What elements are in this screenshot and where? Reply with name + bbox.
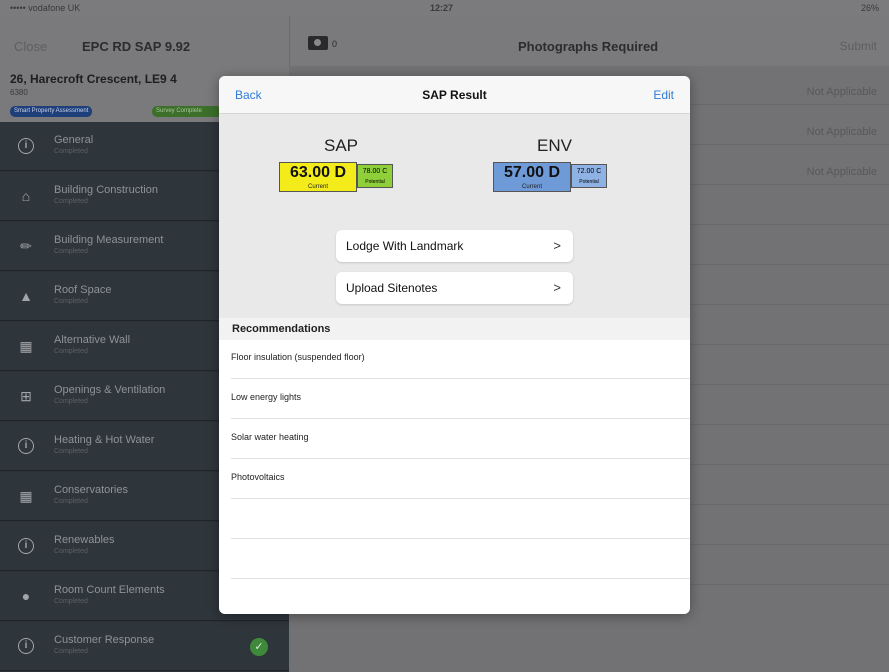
recommendation-row (231, 500, 690, 539)
status-bar: ••••• vodafone UK 12:27 26% (0, 0, 889, 16)
carrier-label: ••••• vodafone UK (10, 3, 81, 13)
sidebar-item-status: Completed (54, 248, 88, 255)
not-applicable-label: Not Applicable (806, 86, 877, 98)
recommendation-row: Solar water heating (231, 420, 690, 459)
sidebar-item-label: Customer Response (54, 634, 155, 646)
recommendation-text: Low energy lights (231, 392, 302, 402)
recommendation-text: Floor insulation (suspended floor) (231, 352, 365, 362)
info-icon: i (18, 438, 34, 454)
sidebar-item-label: Building Measurement (54, 234, 164, 246)
sidebar-item-label: Renewables (54, 534, 115, 546)
bulb-icon: ● (21, 588, 31, 604)
battery-label: 26% (860, 3, 879, 13)
modal-header: Back SAP Result Edit (219, 76, 690, 114)
close-button[interactable]: Close (14, 39, 47, 54)
sidebar-item-status: Completed (54, 648, 88, 655)
submit-button[interactable]: Submit (840, 39, 877, 53)
sidebar-item-status: Completed (54, 348, 88, 355)
not-applicable-label: Not Applicable (806, 166, 877, 178)
sap-potential-value: 78.00 C (362, 168, 388, 175)
sidebar-item-status: Completed (54, 148, 88, 155)
checkmark-icon: ✓ (250, 638, 268, 656)
sap-current-rating: 63.00 D Current (279, 162, 357, 192)
house-icon: ⌂ (21, 188, 31, 204)
recommendation-row: Low energy lights (231, 380, 690, 419)
chevron-right-icon: > (553, 238, 561, 253)
wall-icon: ▦ (19, 338, 33, 354)
sidebar-item-label: General (54, 134, 94, 146)
left-navigation-bar: Close EPC RD SAP 9.92 (0, 16, 289, 66)
sidebar-item-status: Completed (54, 598, 88, 605)
recommendation-row: Floor insulation (suspended floor) (231, 340, 690, 379)
assessment-type-badge: Smart Property Assessment (10, 106, 93, 117)
modal-title: SAP Result (422, 88, 487, 102)
sap-potential-caption: Potential (365, 179, 385, 185)
recommendation-text: Solar water heating (231, 432, 309, 442)
pencil-icon: ✏ (20, 238, 32, 254)
photo-count: 0 (332, 39, 338, 49)
info-icon: i (18, 538, 34, 554)
survey-status-badge: Survey Complete (152, 106, 222, 117)
clock: 12:27 (430, 3, 454, 13)
sidebar-item-status: Completed (54, 198, 88, 205)
sap-current-value: 63.00 D (289, 164, 347, 181)
edit-button[interactable]: Edit (653, 88, 674, 102)
recommendations-header: Recommendations (219, 318, 690, 340)
recommendation-row: Photovoltaics (231, 460, 690, 499)
lodge-button-label: Lodge With Landmark (346, 239, 464, 253)
sidebar-item-status: Completed (54, 298, 88, 305)
sidebar-item-label: Alternative Wall (54, 334, 131, 346)
rating-panel: SAP 63.00 D Current 78.00 C Potential EN… (219, 114, 690, 318)
info-icon: i (18, 138, 34, 154)
sidebar-item-label: Building Construction (54, 184, 158, 196)
sidebar-item-label: Heating & Hot Water (54, 434, 155, 446)
sidebar-item-status: Completed (54, 548, 88, 555)
recommendation-row (231, 540, 690, 579)
sidebar-item-label: Roof Space (54, 284, 112, 296)
sap-potential-rating: 78.00 C Potential (357, 164, 393, 188)
info-icon: i (18, 638, 34, 654)
recommendation-text: Photovoltaics (231, 472, 285, 482)
photographs-title: Photographs Required (518, 39, 659, 54)
sidebar-item-label: Conservatories (54, 484, 128, 496)
sidebar-item-status: Completed (54, 498, 88, 505)
not-applicable-label: Not Applicable (806, 126, 877, 138)
sidebar-item-customer-response[interactable]: i Customer Response Completed ✓ (0, 622, 289, 671)
property-reference: 6380 (10, 88, 28, 97)
env-current-caption: Current (521, 184, 542, 190)
roof-icon: ▲ (19, 288, 33, 304)
chevron-right-icon: > (553, 280, 561, 295)
grid-icon: ▦ (19, 488, 33, 504)
sidebar-item-status: Completed (54, 398, 88, 405)
env-label: ENV (537, 136, 572, 155)
recommendations-title: Recommendations (232, 323, 331, 335)
sidebar-item-label: Room Count Elements (54, 584, 165, 596)
sap-result-modal: Back SAP Result Edit SAP 63.00 D Current… (219, 76, 690, 614)
camera-icon[interactable] (308, 36, 328, 50)
sap-current-caption: Current (307, 184, 328, 190)
upload-button-label: Upload Sitenotes (346, 281, 438, 295)
upload-sitenotes-button[interactable]: Upload Sitenotes > (336, 272, 573, 304)
right-navigation-bar: 0 Photographs Required Submit (289, 16, 889, 66)
sap-label: SAP (324, 136, 359, 155)
env-current-value: 57.00 D (503, 164, 561, 181)
sidebar-item-label: Openings & Ventilation (54, 384, 166, 396)
sidebar-item-status: Completed (54, 448, 88, 455)
env-potential-rating: 72.00 C Potential (571, 164, 607, 188)
property-address: 26, Harecroft Crescent, LE9 4 (10, 72, 177, 86)
survey-title: EPC RD SAP 9.92 (82, 39, 191, 54)
env-potential-value: 72.00 C (576, 168, 602, 175)
env-potential-caption: Potential (579, 179, 599, 185)
lodge-with-landmark-button[interactable]: Lodge With Landmark > (336, 230, 573, 262)
window-icon: ⊞ (20, 388, 32, 404)
env-current-rating: 57.00 D Current (493, 162, 571, 192)
